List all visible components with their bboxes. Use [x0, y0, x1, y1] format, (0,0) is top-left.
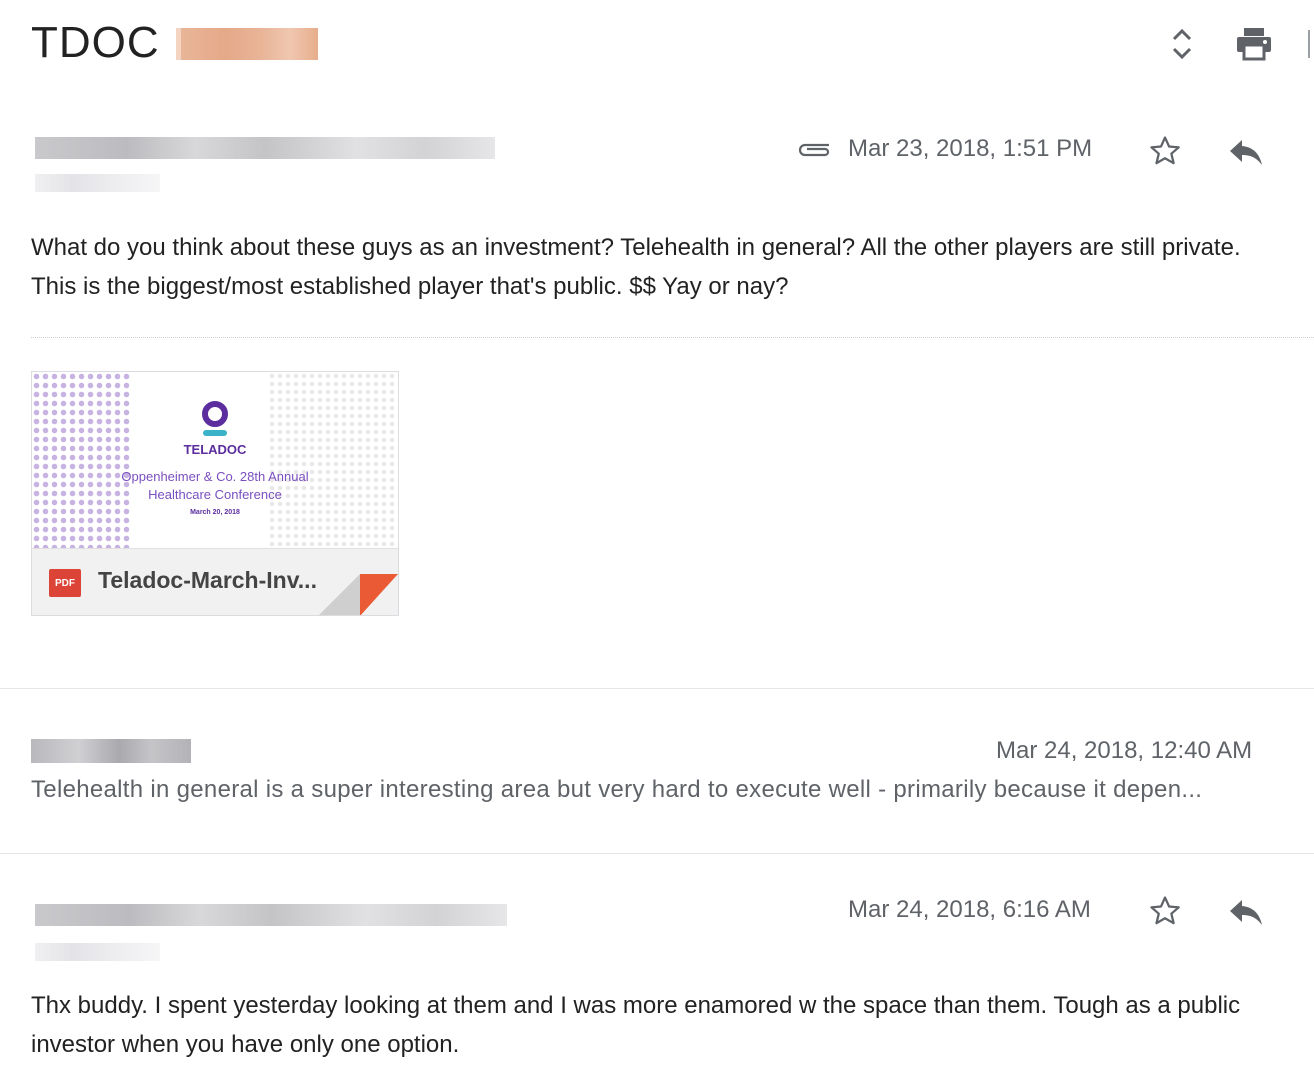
- sender-name-redacted: [35, 137, 495, 159]
- message-date: Mar 24, 2018, 12:40 AM: [996, 737, 1253, 764]
- attachment-footer: PDF Teladoc-March-Inv...: [32, 548, 398, 615]
- thumb-brand: TELADOC: [183, 442, 247, 457]
- attachment-name: Teladoc-March-Inv...: [98, 567, 317, 593]
- message-date: Mar 24, 2018, 6:16 AM: [848, 896, 1091, 923]
- star-outline-icon[interactable]: [1146, 132, 1184, 170]
- attachment-card[interactable]: TELADOC Oppenheimer & Co. 28th Annual He…: [31, 371, 399, 616]
- sender-name-redacted: [31, 739, 191, 763]
- message-3: Mar 24, 2018, 6:16 AM Thx buddy. I spent…: [0, 854, 1314, 1084]
- star-outline-icon[interactable]: [1146, 892, 1184, 930]
- message-body: What do you think about these guys as an…: [31, 234, 1241, 300]
- divider: [31, 337, 1314, 338]
- message-separator: [0, 688, 1314, 689]
- teladoc-logo-icon: [202, 401, 228, 436]
- corner-fold-icon: [319, 574, 398, 615]
- message-2-collapsed[interactable]: Mar 24, 2018, 12:40 AM Telehealth in gen…: [0, 690, 1314, 854]
- paperclip-icon: [794, 137, 834, 161]
- message-1: Mar 23, 2018, 1:51 PM What do you think …: [0, 0, 1314, 690]
- thumb-line1: Oppenheimer & Co. 28th Annual: [121, 469, 309, 484]
- pdf-icon: PDF: [49, 569, 81, 597]
- sender-email-redacted: [35, 174, 160, 192]
- message-body: Thx buddy. I spent yesterday looking at …: [31, 992, 1241, 1058]
- message-date: Mar 23, 2018, 1:51 PM: [848, 135, 1093, 162]
- message-snippet: Telehealth in general is a super interes…: [31, 776, 1203, 803]
- attachment-thumbnail: TELADOC Oppenheimer & Co. 28th Annual He…: [32, 372, 398, 548]
- thumb-line3: March 20, 2018: [190, 509, 240, 516]
- thumb-line2: Healthcare Conference: [148, 487, 282, 502]
- reply-icon[interactable]: [1226, 134, 1266, 170]
- sender-name-redacted: [35, 904, 507, 926]
- sender-email-redacted: [35, 943, 160, 961]
- reply-icon[interactable]: [1226, 894, 1266, 930]
